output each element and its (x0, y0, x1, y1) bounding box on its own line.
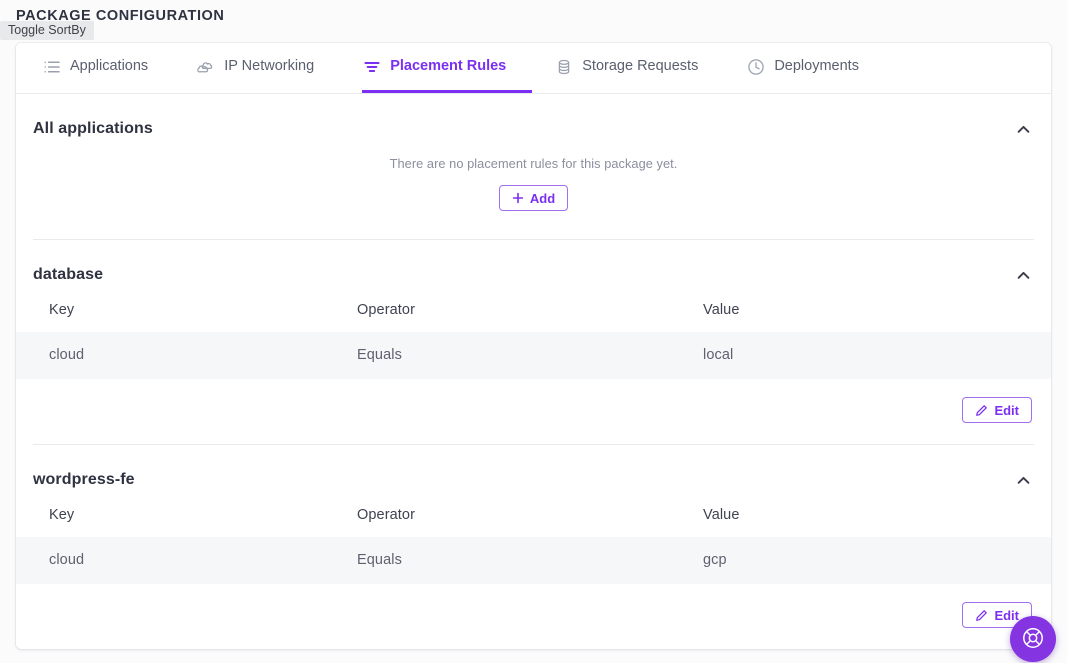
section-title: All applications (33, 120, 153, 137)
table-head: Key Operator Value (16, 298, 1051, 332)
column-header-key: Key (49, 302, 75, 318)
section-database: database Key Operator Value cloud Equals… (16, 240, 1051, 445)
cell-key: cloud (49, 347, 85, 363)
table-row[interactable]: cloud Equals local (16, 332, 1051, 379)
edit-button-label: Edit (994, 402, 1019, 418)
pencil-icon (975, 609, 988, 622)
table-row[interactable]: cloud Equals gcp (16, 537, 1051, 584)
edit-button-label: Edit (994, 607, 1019, 623)
chevron-up-icon[interactable] (1012, 118, 1034, 140)
tab-placement-rules[interactable]: Placement Rules (362, 43, 533, 93)
tab-label: Deployments (774, 57, 859, 74)
edit-button-row: Edit (33, 379, 1034, 444)
cell-value: gcp (703, 552, 727, 568)
table-body: cloud Equals local (16, 332, 1051, 379)
support-fab-button[interactable] (1010, 616, 1056, 662)
page-header: PACKAGE CONFIGURATION (0, 0, 1067, 32)
section-title: database (33, 266, 104, 283)
tab-deployments[interactable]: Deployments (746, 43, 885, 93)
empty-state-text: There are no placement rules for this pa… (389, 156, 678, 171)
lifering-support-icon (1020, 625, 1046, 654)
chevron-up-icon[interactable] (1012, 264, 1034, 286)
sortby-tooltip: Toggle SortBy (0, 21, 94, 40)
section-header[interactable]: wordpress-fe (33, 445, 1034, 493)
add-button-label: Add (529, 190, 556, 206)
list-icon (42, 57, 61, 76)
column-header-key: Key (49, 507, 75, 523)
tab-label: Placement Rules (390, 57, 507, 74)
add-placement-rule-button[interactable]: Add (498, 185, 569, 211)
tab-label: Applications (70, 57, 149, 74)
database-icon (554, 57, 573, 76)
rules-table-wrapper: Key Operator Value cloud Equals gcp (16, 503, 1051, 584)
table-header-row: Key Operator Value (16, 298, 1051, 332)
package-configuration-card: Applications IP Networking Placement Rul… (16, 43, 1051, 649)
placement-rules-table: Key Operator Value cloud Equals gcp (16, 503, 1051, 584)
cell-operator: Equals (357, 552, 402, 568)
section-header[interactable]: database (33, 240, 1034, 288)
cell-operator: Equals (357, 347, 402, 363)
tab-applications[interactable]: Applications (42, 43, 174, 93)
column-header-value: Value (703, 507, 740, 523)
empty-state: There are no placement rules for this pa… (33, 142, 1034, 239)
table-body: cloud Equals gcp (16, 537, 1051, 584)
rules-table-wrapper: Key Operator Value cloud Equals local (16, 298, 1051, 379)
tab-label: IP Networking (224, 57, 315, 74)
section-header[interactable]: All applications (33, 94, 1034, 142)
clock-icon (746, 57, 765, 76)
tab-label: Storage Requests (582, 57, 699, 74)
placement-rules-table: Key Operator Value cloud Equals local (16, 298, 1051, 379)
plus-icon (512, 192, 524, 204)
table-header-row: Key Operator Value (16, 503, 1051, 537)
table-head: Key Operator Value (16, 503, 1051, 537)
cell-key: cloud (49, 552, 85, 568)
tab-storage-requests[interactable]: Storage Requests (554, 43, 724, 93)
edit-button-row: Edit (33, 584, 1034, 649)
column-header-value: Value (703, 302, 740, 318)
section-title: wordpress-fe (33, 471, 135, 488)
column-header-operator: Operator (357, 302, 416, 318)
tab-ip-networking[interactable]: IP Networking (196, 43, 340, 93)
section-all-applications: All applications There are no placement … (16, 94, 1051, 240)
column-header-operator: Operator (357, 507, 416, 523)
pencil-icon (975, 404, 988, 417)
section-wordpress-fe: wordpress-fe Key Operator Value cloud Eq… (16, 445, 1051, 649)
edit-database-rules-button[interactable]: Edit (962, 397, 1032, 423)
tab-bar: Applications IP Networking Placement Rul… (16, 43, 1051, 94)
chevron-up-icon[interactable] (1012, 469, 1034, 491)
filter-icon (362, 57, 381, 76)
cell-value: local (703, 347, 734, 363)
clouds-icon (196, 57, 215, 76)
